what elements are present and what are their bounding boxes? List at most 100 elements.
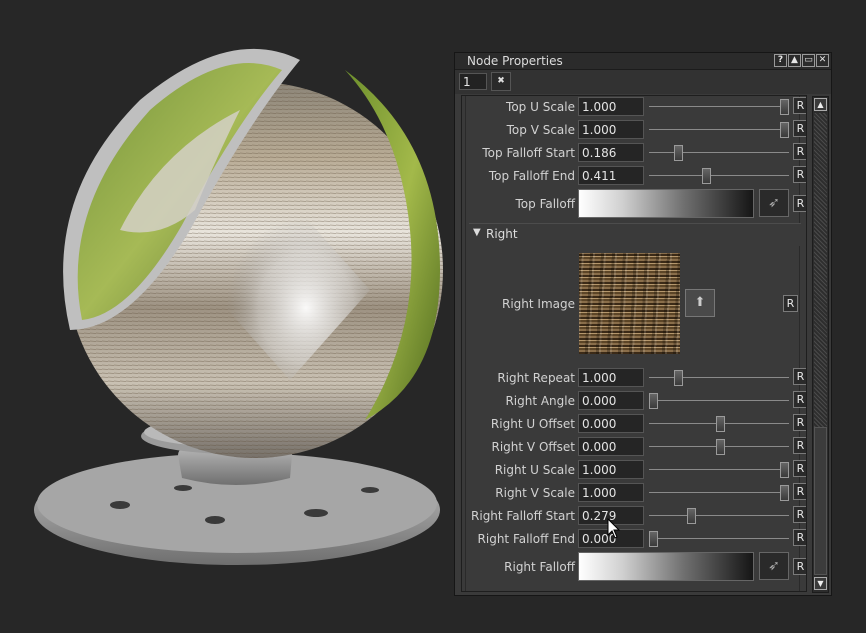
slider-knob[interactable] (674, 145, 684, 161)
reset-button[interactable]: R (783, 295, 798, 312)
property-row-right-falloff-end: Right Falloff End 0.000 R (466, 529, 806, 549)
property-row-right-angle: Right Angle 0.000 R (466, 391, 806, 411)
falloff-gradient-ramp[interactable] (578, 552, 754, 581)
property-row-right-u-offset: Right U Offset 0.000 R (466, 414, 806, 434)
wood-texture-thumbnail[interactable] (579, 253, 680, 354)
3d-viewport[interactable] (0, 0, 452, 633)
property-row-top-falloff-start: Top Falloff Start 0.186 R (466, 143, 806, 163)
property-value-field[interactable]: 1.000 (578, 120, 644, 139)
load-image-icon[interactable]: ⬆ (685, 289, 715, 317)
slider-knob[interactable] (687, 508, 696, 524)
node-properties-panel: Node Properties ? ▲ ▭ ✕ 1 ✖ Top U Scale … (454, 52, 832, 596)
property-value-field[interactable]: 1.000 (578, 483, 644, 502)
property-slider[interactable] (649, 415, 789, 433)
slider-knob[interactable] (649, 531, 659, 547)
material-preview-sphere (34, 48, 443, 565)
section-header-right[interactable]: ▼ Right (469, 223, 801, 246)
property-label: Top Falloff End (488, 169, 575, 183)
reset-button[interactable]: R (793, 195, 806, 212)
reset-button[interactable]: R (793, 97, 806, 114)
property-label: Right U Offset (490, 417, 575, 431)
property-slider[interactable] (649, 121, 790, 139)
node-index-field[interactable]: 1 (459, 73, 487, 90)
property-slider[interactable] (649, 369, 789, 387)
property-label: Top Falloff (515, 197, 576, 211)
slider-knob[interactable] (674, 370, 684, 386)
property-row-right-falloff: Right Falloff ➶ R (466, 552, 806, 582)
property-row-top-u-scale: Top U Scale 1.000 R (466, 97, 806, 117)
panel-titlebar[interactable]: Node Properties ? ▲ ▭ ✕ (455, 53, 831, 70)
property-label: Right Angle (505, 394, 575, 408)
curve-edit-icon[interactable]: ➶ (759, 552, 789, 580)
property-slider[interactable] (649, 98, 790, 116)
property-label: Right Falloff Start (471, 509, 575, 523)
collapse-triangle-icon[interactable]: ▼ (473, 227, 481, 238)
scrollbar-thumb[interactable] (814, 427, 827, 575)
panel-toolbar: 1 ✖ (455, 70, 831, 94)
reset-button[interactable]: R (793, 120, 806, 137)
property-value-field[interactable]: 1.000 (578, 97, 644, 116)
reset-button[interactable]: R (793, 460, 806, 477)
property-value-field[interactable]: 0.000 (578, 437, 644, 456)
property-label: Right V Scale (495, 486, 575, 500)
reset-button[interactable]: R (793, 506, 806, 523)
reset-button[interactable]: R (793, 143, 806, 160)
reset-button[interactable]: R (793, 483, 806, 500)
reset-button[interactable]: R (793, 437, 806, 454)
property-label: Right U Scale (494, 463, 575, 477)
reset-button[interactable]: R (793, 558, 806, 575)
slider-knob[interactable] (716, 439, 726, 455)
float-icon[interactable]: ▲ (788, 54, 801, 67)
slider-knob[interactable] (780, 99, 790, 115)
falloff-gradient-ramp[interactable] (578, 189, 754, 218)
curve-edit-icon[interactable]: ➶ (759, 189, 789, 217)
property-slider[interactable] (649, 530, 789, 548)
slider-knob[interactable] (780, 485, 790, 501)
property-value-field[interactable]: 0.186 (578, 143, 644, 162)
maximize-icon[interactable]: ▭ (802, 54, 815, 67)
slider-knob[interactable] (716, 416, 726, 432)
scroll-up-icon[interactable]: ▲ (814, 98, 827, 111)
property-label: Right Falloff End (477, 532, 575, 546)
property-slider[interactable] (649, 484, 790, 502)
property-value-field[interactable]: 1.000 (578, 368, 644, 387)
property-row-right-v-offset: Right V Offset 0.000 R (466, 437, 806, 457)
reset-button[interactable]: R (793, 391, 806, 408)
property-value-field[interactable]: 0.000 (578, 414, 644, 433)
property-slider[interactable] (649, 144, 789, 162)
reset-button[interactable]: R (793, 166, 806, 183)
property-slider[interactable] (649, 507, 789, 525)
close-icon[interactable]: ✕ (816, 54, 829, 67)
property-label: Right Image (502, 297, 575, 311)
window-controls: ? ▲ ▭ ✕ (774, 54, 829, 67)
vertical-scrollbar[interactable]: ▲ ▼ (812, 96, 829, 593)
reset-button[interactable]: R (793, 368, 806, 385)
reset-button[interactable]: R (793, 414, 806, 431)
slider-knob[interactable] (649, 393, 659, 409)
section-title: Right (486, 227, 518, 241)
reset-button[interactable]: R (793, 529, 806, 546)
property-value-field[interactable]: 0.000 (578, 391, 644, 410)
property-value-field[interactable]: 0.411 (578, 166, 644, 185)
properties-scroll-area: Top U Scale 1.000 R Top V Scale 1.000 R … (461, 95, 807, 592)
property-row-top-falloff-end: Top Falloff End 0.411 R (466, 166, 806, 186)
slider-knob[interactable] (780, 122, 790, 138)
property-slider[interactable] (649, 438, 789, 456)
scroll-down-icon[interactable]: ▼ (814, 577, 827, 590)
property-label: Top V Scale (506, 123, 575, 137)
help-icon[interactable]: ? (774, 54, 787, 67)
slider-knob[interactable] (702, 168, 712, 184)
slider-knob[interactable] (780, 462, 790, 478)
property-slider[interactable] (649, 392, 789, 410)
property-label: Right V Offset (491, 440, 576, 454)
property-row-right-v-scale: Right V Scale 1.000 R (466, 483, 806, 503)
property-label: Top Falloff Start (482, 146, 575, 160)
property-row-right-repeat: Right Repeat 1.000 R (466, 368, 806, 388)
property-label: Top U Scale (506, 100, 575, 114)
property-value-field[interactable]: 1.000 (578, 460, 644, 479)
properties-list: Top U Scale 1.000 R Top V Scale 1.000 R … (465, 96, 806, 591)
property-slider[interactable] (649, 167, 789, 185)
property-label: Right Falloff (504, 560, 575, 574)
property-slider[interactable] (649, 461, 790, 479)
pin-icon[interactable]: ✖ (491, 72, 511, 91)
